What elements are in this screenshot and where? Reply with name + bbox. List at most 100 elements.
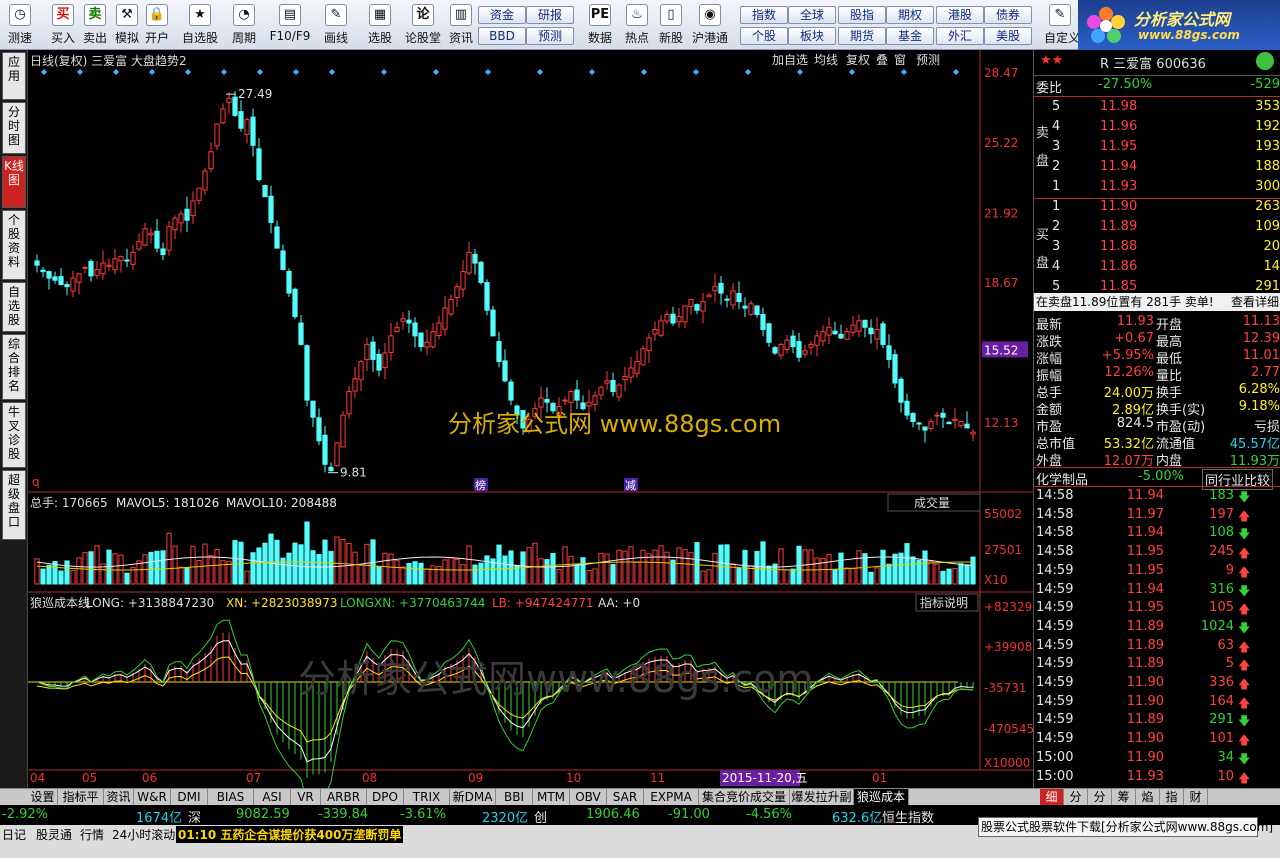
new-button[interactable]: ▯ 新股 bbox=[656, 2, 686, 48]
toolbar-label: 沪港通 bbox=[691, 31, 728, 45]
hk-connect-button[interactable]: ◉ 沪港通 bbox=[690, 2, 730, 48]
ticker-item-24h[interactable]: 24小时滚动 bbox=[112, 826, 175, 843]
chart-header-btn[interactable]: 窗 bbox=[894, 53, 906, 67]
chart-header-btn[interactable]: 均线 bbox=[814, 53, 838, 67]
indicator-tab[interactable]: 狼巡成本线 bbox=[854, 789, 909, 820]
indicator-tab[interactable]: ASI bbox=[254, 789, 291, 806]
sell-level-row[interactable]: 4 11.96 192 bbox=[1034, 118, 1280, 137]
indicator-tab[interactable]: TRIX bbox=[404, 789, 450, 806]
quote-tab[interactable]: 分 bbox=[1088, 789, 1112, 806]
sidebar-item-intraday[interactable]: 分时图 bbox=[2, 102, 26, 154]
quick-forecast-button[interactable]: 预测 bbox=[526, 27, 574, 45]
order-notice[interactable]: 在卖盘11.89位置有 281手 卖单! 查看详细 bbox=[1034, 293, 1280, 311]
quote-tab[interactable]: 焰 bbox=[1136, 789, 1160, 806]
sell-level-row[interactable]: 5 11.98 353 bbox=[1034, 98, 1280, 117]
indicator-tab[interactable]: 新DMA bbox=[450, 789, 496, 806]
indicator-tab[interactable]: 爆发拉升副图 bbox=[790, 789, 854, 820]
quote-tab[interactable]: 细 bbox=[1040, 789, 1064, 806]
f10-button[interactable]: ▤ F10/F9 bbox=[268, 2, 312, 48]
quick-fund-button[interactable]: 资金 bbox=[478, 6, 526, 24]
indicator-tab[interactable]: 指标平台 bbox=[58, 789, 104, 820]
sidebar-item-profile[interactable]: 个股资料 bbox=[2, 210, 26, 280]
chart-header-btn[interactable]: 叠 bbox=[876, 53, 888, 67]
quick-global-button[interactable]: 全球 bbox=[788, 6, 836, 24]
quick-bond-button[interactable]: 债券 bbox=[984, 6, 1032, 24]
indicator-tab[interactable]: EXPMA bbox=[644, 789, 699, 806]
quick-index-button[interactable]: 指数 bbox=[740, 6, 788, 24]
buy-level-row[interactable]: 4 11.86 14 bbox=[1034, 258, 1280, 277]
ticker-item-gulingtong[interactable]: 股灵通 bbox=[36, 826, 72, 843]
indicator-tab[interactable]: 集合竞价成交量YH bbox=[699, 789, 790, 820]
pen-button[interactable]: ✎ 画线 bbox=[314, 2, 358, 48]
period-button[interactable]: ◔ 周期 bbox=[222, 2, 266, 48]
sidebar-item-kline[interactable]: K线图 bbox=[2, 156, 26, 208]
quote-tab[interactable]: 财 bbox=[1184, 789, 1208, 806]
indicator-tab[interactable]: BBI bbox=[496, 789, 533, 806]
sidebar-item-diagnose[interactable]: 牛叉诊股 bbox=[2, 402, 26, 468]
sell-level-row[interactable]: 3 11.95 193 bbox=[1034, 138, 1280, 157]
sidebar-item-apps[interactable]: 应用 bbox=[2, 52, 26, 100]
ticker-item-diary[interactable]: 日记 bbox=[2, 826, 26, 843]
clock-button[interactable]: ◷ 测速 bbox=[0, 2, 40, 48]
forum-button[interactable]: 论论股堂 bbox=[402, 2, 444, 48]
select-button[interactable]: ▦ 选股 bbox=[360, 2, 400, 48]
buy-level-row[interactable]: 2 11.89 109 bbox=[1034, 218, 1280, 237]
sidebar-item-ranking[interactable]: 综合排名 bbox=[2, 334, 26, 400]
hammer-icon: ⚒ bbox=[116, 4, 138, 26]
quick-forex-button[interactable]: 外汇 bbox=[936, 27, 984, 45]
volume-dropdown-label[interactable]: 成交量 bbox=[914, 495, 950, 510]
indicator-tab[interactable]: BIAS bbox=[208, 789, 254, 806]
indicator-tab[interactable]: W&R bbox=[134, 789, 171, 806]
quick-funds-button[interactable]: 基金 bbox=[886, 27, 934, 45]
chart-header-btn[interactable]: 预测 bbox=[916, 53, 940, 67]
event-marker[interactable]: 减 bbox=[625, 479, 636, 492]
sell-level-row[interactable]: 1 11.93 300 bbox=[1034, 178, 1280, 197]
info-button[interactable]: ▥ 资讯 bbox=[446, 2, 476, 48]
custom-button[interactable]: ✎ 自定义 bbox=[1044, 2, 1080, 48]
pe-button[interactable]: PE 数据 bbox=[584, 2, 616, 48]
quick-hkstock-button[interactable]: 港股 bbox=[936, 6, 984, 24]
indicator-tab[interactable]: 设置 bbox=[28, 789, 58, 806]
quote-tab[interactable]: 分 bbox=[1064, 789, 1088, 806]
quick-futures-button[interactable]: 期货 bbox=[838, 27, 886, 45]
ticker-headline[interactable]: 01:10 五药企合谋提价获400万垄断罚单 bbox=[176, 826, 404, 843]
lock-button[interactable]: 🔒 开户 bbox=[142, 2, 172, 48]
quick-options-button[interactable]: 期权 bbox=[886, 6, 934, 24]
quick-research-button[interactable]: 研报 bbox=[526, 6, 574, 24]
buy-level-row[interactable]: 3 11.88 20 bbox=[1034, 238, 1280, 257]
quote-tab[interactable]: 指 bbox=[1160, 789, 1184, 806]
hot-button[interactable]: ♨ 热点 bbox=[622, 2, 652, 48]
buy-button[interactable]: 买买入 bbox=[48, 2, 78, 48]
quick-bbd-button[interactable]: BBD bbox=[478, 27, 526, 45]
quote-tab[interactable]: 筹 bbox=[1112, 789, 1136, 806]
volume-bar bbox=[478, 562, 484, 585]
sell-button[interactable]: 卖卖出 bbox=[80, 2, 110, 48]
star-button[interactable]: ★ 自选股 bbox=[180, 2, 220, 48]
chart-area[interactable]: 加自选 均线 复权叠窗预测 28.47 25.22 21.92 18.67 15.52 12.1… bbox=[28, 50, 1033, 788]
chart-header-btn[interactable]: 加自选 bbox=[772, 53, 808, 67]
indicator-tab[interactable]: MTM bbox=[533, 789, 570, 806]
indicator-tab[interactable]: DMI bbox=[171, 789, 208, 806]
sidebar-item-watchlist[interactable]: 自选股 bbox=[2, 282, 26, 332]
event-marker[interactable]: 榜 bbox=[475, 478, 486, 492]
indicator-tab[interactable]: VR bbox=[291, 789, 321, 806]
indicator-help-button[interactable]: 指标说明 bbox=[920, 595, 968, 610]
indicator-tab[interactable]: OBV bbox=[570, 789, 607, 806]
buy-level-row[interactable]: 1 11.90 263 bbox=[1034, 198, 1280, 217]
kline-chart-svg[interactable]: 加自选 均线 复权叠窗预测 28.47 25.22 21.92 18.67 15.52 12.1… bbox=[28, 50, 1033, 788]
chart-header-btn[interactable]: 复权 bbox=[846, 53, 870, 67]
quick-stock-button[interactable]: 个股 bbox=[740, 27, 788, 45]
quick-usstock-button[interactable]: 美股 bbox=[984, 27, 1032, 45]
sidebar-item-superbook[interactable]: 超级盘口 bbox=[2, 470, 26, 540]
ad-banner[interactable]: 股票公式股票软件下载[分析家公式网www.88gs.com] bbox=[978, 817, 1273, 837]
ticker-item-market[interactable]: 行情 bbox=[80, 826, 104, 843]
indicator-tab[interactable]: DPO bbox=[367, 789, 404, 806]
sell-level-row[interactable]: 2 11.94 188 bbox=[1034, 158, 1280, 177]
indicator-tab[interactable]: SAR bbox=[607, 789, 644, 806]
indicator-tab[interactable]: ARBR bbox=[321, 789, 367, 806]
indicator-tab[interactable]: 资讯 bbox=[104, 789, 134, 806]
quick-sector-button[interactable]: 板块 bbox=[788, 27, 836, 45]
hammer-button[interactable]: ⚒ 模拟 bbox=[112, 2, 142, 48]
quick-stockindex-button[interactable]: 股指 bbox=[838, 6, 886, 24]
order-notice-link[interactable]: 查看详细 bbox=[1231, 293, 1279, 311]
